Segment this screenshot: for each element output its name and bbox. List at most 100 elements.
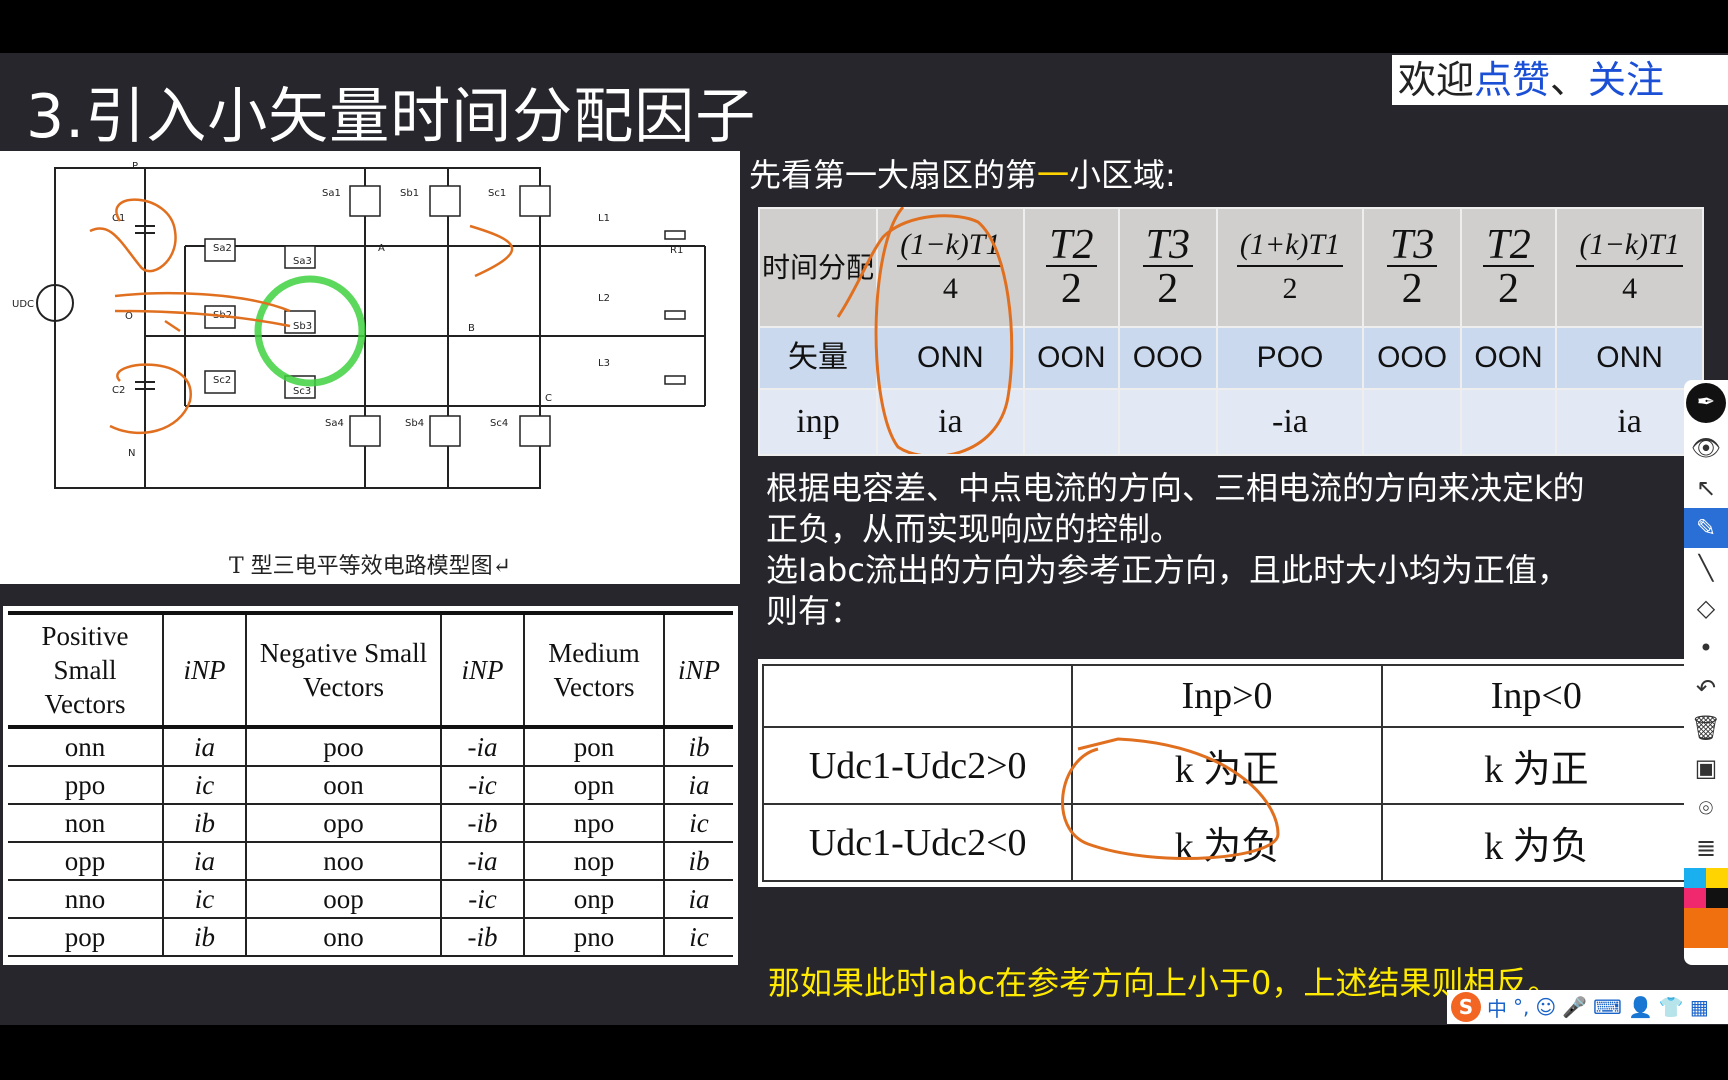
table-cell: -ib bbox=[440, 918, 524, 957]
table-cell: -ic bbox=[440, 766, 524, 805]
color-palette-icon[interactable] bbox=[1684, 868, 1728, 948]
table-cell: nop bbox=[523, 842, 664, 881]
col-inp: iNP bbox=[440, 613, 524, 729]
explanation-paragraph: 根据电容差、中点电流的方向、三相电流的方向来决定k的 正负，从而实现响应的控制。… bbox=[766, 468, 1706, 632]
para-line: 根据电容差、中点电流的方向、三相电流的方向来决定k的 bbox=[766, 469, 1585, 507]
col-inp: iNP bbox=[663, 613, 733, 729]
pointer-icon[interactable]: ↖ bbox=[1684, 468, 1728, 508]
l3-label: L3 bbox=[598, 358, 610, 369]
table-cell: ia bbox=[663, 880, 733, 919]
user-icon[interactable]: 👤 bbox=[1628, 995, 1653, 1019]
udc-label: UDC bbox=[12, 299, 34, 310]
table-row: pop ib ono -ib pno ic bbox=[8, 918, 733, 957]
table-cell: -ia bbox=[440, 727, 524, 767]
table-cell: -ic bbox=[440, 880, 524, 919]
top-black-bar bbox=[0, 0, 1728, 53]
table-row: non ib opo -ib npo ic bbox=[8, 804, 733, 843]
sa3-label: Sa3 bbox=[293, 256, 312, 267]
welcome-sep: 、 bbox=[1550, 58, 1589, 102]
ime-status-bar[interactable]: S 中 °, ☺ 🎤 ⌨ 👤 👕 ▦ bbox=[1447, 990, 1728, 1024]
table-cell: ic bbox=[162, 880, 246, 919]
node-b-label: B bbox=[468, 323, 475, 334]
table-cell: ib bbox=[663, 842, 733, 881]
table-cell: onp bbox=[523, 880, 664, 919]
sb4-label: Sb4 bbox=[405, 418, 424, 429]
node-a-label: A bbox=[378, 243, 385, 254]
emoji-icon[interactable]: ☺ bbox=[1535, 995, 1556, 1019]
para-line: 正负，从而实现响应的控制。 bbox=[766, 510, 1183, 548]
sa1-label: Sa1 bbox=[322, 188, 341, 199]
para-line: 选Iabc流出的方向为参考正方向，且此时大小均为正值， bbox=[766, 551, 1569, 589]
l2-label: L2 bbox=[598, 293, 610, 304]
annotation-toolbar: 👁 ↖ ✎ ╲ ◇ • ↶ 🗑 ▣ ⌾ ≣ bbox=[1684, 380, 1728, 965]
line-icon[interactable]: ╲ bbox=[1684, 548, 1728, 588]
sb3-label: Sb3 bbox=[293, 321, 312, 332]
table-cell: ia bbox=[162, 842, 246, 881]
skin-icon[interactable]: 👕 bbox=[1659, 995, 1684, 1019]
time-allocation-table: 时间分配 (1−k)T1 4 T2 2 T3 2 (1+k)T1 2 T3 2 T2 2 (1−k)T1 4… bbox=[758, 207, 1704, 456]
camera-icon[interactable]: ⌾ bbox=[1684, 788, 1728, 828]
sb1-label: Sb1 bbox=[400, 188, 419, 199]
table-cell: ib bbox=[663, 727, 733, 767]
table-cell: opn bbox=[523, 766, 664, 805]
r1-label: R1 bbox=[670, 245, 683, 256]
col-inp: iNP bbox=[162, 613, 246, 729]
table-cell: non bbox=[8, 804, 163, 843]
table-cell: nno bbox=[8, 880, 163, 919]
table-cell: ic bbox=[663, 804, 733, 843]
table-row: onn ia poo -ia pon ib bbox=[8, 727, 733, 767]
sa2-label: Sa2 bbox=[213, 243, 232, 254]
circuit-diagram: P O N UDC C1 C2 A B C L1 L2 L3 R1 Sa1 Sb… bbox=[0, 151, 740, 584]
table-cell: pon bbox=[523, 727, 664, 767]
keyboard-icon[interactable]: ⌨ bbox=[1593, 995, 1622, 1019]
table-cell: poo bbox=[245, 727, 441, 767]
section-heading: 先看第一大扇区的第一小区域: bbox=[749, 150, 1176, 196]
eraser-icon[interactable]: ◇ bbox=[1684, 588, 1728, 628]
clipboard-icon[interactable]: ≣ bbox=[1684, 828, 1728, 868]
col-medium: Medium Vectors bbox=[523, 613, 664, 729]
table-cell: -ia bbox=[440, 842, 524, 881]
welcome-like: 点赞 bbox=[1474, 58, 1551, 102]
table-row: nno ic oop -ic onp ia bbox=[8, 880, 733, 919]
table-cell: opp bbox=[8, 842, 163, 881]
annotation-ellipse bbox=[1061, 737, 1280, 860]
node-o-label: O bbox=[125, 311, 133, 322]
pen-icon[interactable]: ✒ bbox=[1686, 383, 1726, 423]
bottom-black-bar bbox=[0, 1025, 1728, 1080]
table-cell: ic bbox=[162, 766, 246, 805]
mic-icon[interactable]: 🎤 bbox=[1562, 995, 1587, 1019]
table-row: opp ia noo -ia nop ib bbox=[8, 842, 733, 881]
eye-icon[interactable]: 👁 bbox=[1684, 428, 1728, 468]
l1-label: L1 bbox=[598, 213, 610, 224]
screen-icon[interactable]: ▣ bbox=[1684, 748, 1728, 788]
heading-text: 先看第一大扇区的第 bbox=[749, 156, 1038, 194]
ime-lang[interactable]: 中 bbox=[1487, 993, 1507, 1022]
heading-highlight: 一 bbox=[1037, 156, 1070, 194]
dot-icon[interactable]: • bbox=[1684, 628, 1728, 668]
table-cell: opo bbox=[245, 804, 441, 843]
header-row: Positive Small Vectors iNP Negative Smal… bbox=[8, 613, 733, 729]
grid-icon[interactable]: ▦ bbox=[1690, 995, 1709, 1019]
heading-text-end: 小区域: bbox=[1069, 156, 1176, 194]
table-cell: pno bbox=[523, 918, 664, 957]
note-text: 那如果此时Iabc在参考方向上小于0，上述结果则相反。 bbox=[768, 964, 1560, 1002]
table-cell: ppo bbox=[8, 766, 163, 805]
node-c-label: C bbox=[545, 393, 552, 404]
table-cell: -ib bbox=[440, 804, 524, 843]
table-cell: noo bbox=[245, 842, 441, 881]
table-cell: onn bbox=[8, 727, 163, 767]
sc1-label: Sc1 bbox=[488, 188, 506, 199]
undo-icon[interactable]: ↶ bbox=[1684, 668, 1728, 708]
highlighter-icon[interactable]: ✎ bbox=[1684, 508, 1728, 548]
table-cell: pop bbox=[8, 918, 163, 957]
trash-icon[interactable]: 🗑 bbox=[1684, 708, 1728, 748]
sogou-logo-icon: S bbox=[1451, 992, 1481, 1022]
table-cell: oon bbox=[245, 766, 441, 805]
sa4-label: Sa4 bbox=[325, 418, 344, 429]
sc2-label: Sc2 bbox=[213, 375, 231, 386]
table-cell: ib bbox=[162, 804, 246, 843]
ime-punct[interactable]: °, bbox=[1513, 995, 1529, 1019]
table-cell: ic bbox=[663, 918, 733, 957]
sc3-label: Sc3 bbox=[293, 386, 311, 397]
welcome-prefix: 欢迎 bbox=[1398, 58, 1475, 102]
